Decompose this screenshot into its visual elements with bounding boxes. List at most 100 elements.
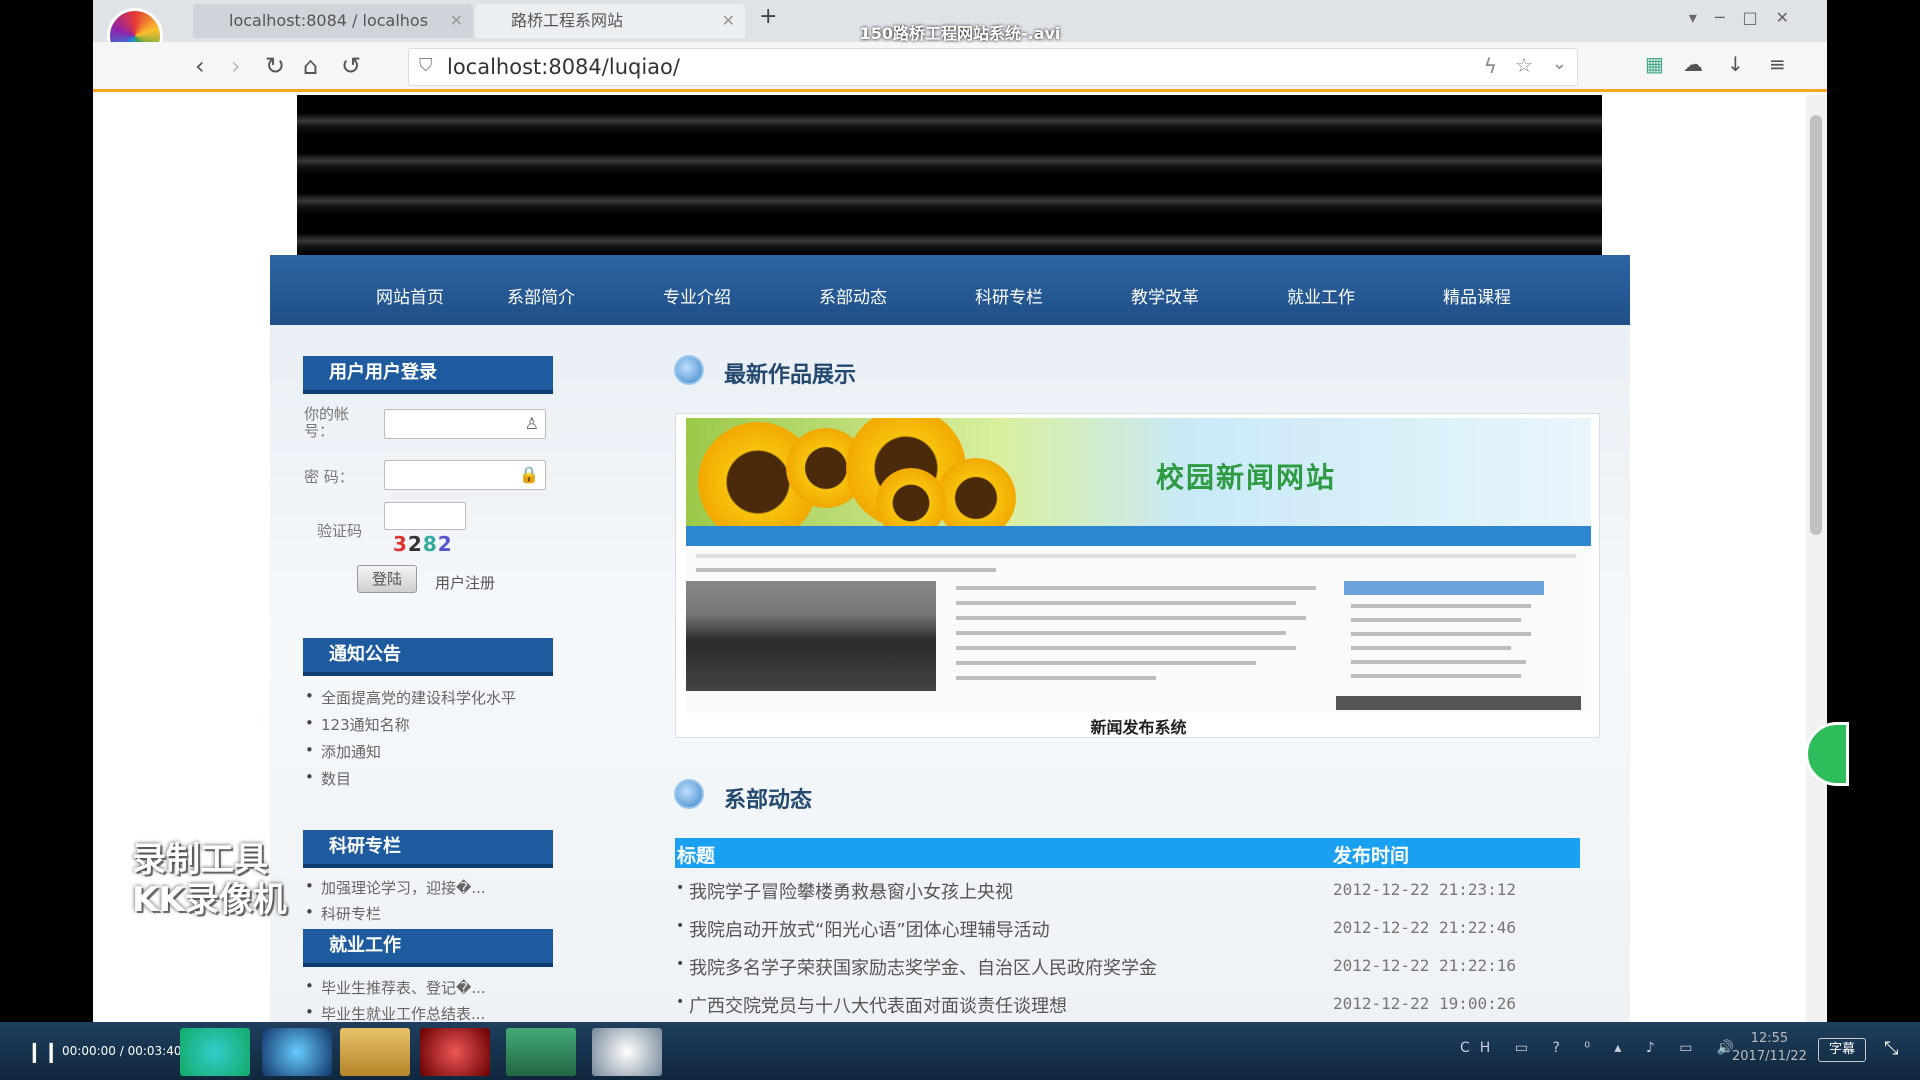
browser-task-icon[interactable] <box>592 1028 662 1076</box>
tab-label: localhost:8084 / localhos <box>229 11 429 30</box>
showcase-nav <box>686 526 1591 546</box>
menu-icon[interactable]: ≡ <box>1769 52 1786 76</box>
shield-icon: ⛉ <box>419 55 433 76</box>
menu-item-courses[interactable]: 精品课程 <box>1443 283 1511 308</box>
recorder-watermark: 录制工具 KK录像机 <box>132 840 287 920</box>
lock-icon: 🔒 <box>519 465 539 484</box>
page-scrollbar[interactable] <box>1806 95 1827 1022</box>
subtitle-button[interactable]: 字幕 <box>1818 1038 1866 1062</box>
chevron-down-icon[interactable]: ⌄ <box>1552 53 1567 74</box>
apps-icon[interactable]: ▦ <box>1645 52 1664 76</box>
chart-app-icon[interactable] <box>506 1028 576 1076</box>
news-table-header: 标题 发布时间 <box>675 838 1580 868</box>
register-link[interactable]: 用户注册 <box>435 572 495 593</box>
jobs-item[interactable]: 毕业生推荐表、登记�... <box>305 977 486 998</box>
watermark-line: KK录像机 <box>132 880 287 920</box>
star-icon[interactable]: ☆ <box>1515 53 1533 77</box>
showcase-title: 最新作品展示 <box>724 363 857 388</box>
showcase-panel[interactable]: 校园新闻网站 新闻发布系统 <box>675 413 1600 738</box>
url-text: localhost:8084/luqiao/ <box>447 55 680 79</box>
site-banner <box>297 95 1602 273</box>
news-row-title[interactable]: 我院多名学子荣获国家励志奖学金、自治区人民政府奖学金 <box>676 954 1157 980</box>
news-row-time: 2012-12-22 19:00:26 <box>1333 994 1517 1013</box>
pause-icon[interactable]: ❙❙ <box>26 1039 60 1063</box>
captcha-image[interactable]: 3282 <box>393 532 453 556</box>
captcha-input[interactable] <box>384 502 466 530</box>
globe-icon <box>674 355 704 385</box>
tab-site[interactable]: 路桥工程系网站 ✕ <box>475 4 745 38</box>
globe-icon <box>674 779 704 809</box>
web-page: 网站首页 系部简介 专业介绍 系部动态 科研专栏 教学改革 就业工作 精品课程 … <box>93 95 1827 1022</box>
news-row-title[interactable]: 我院学子冒险攀楼勇救悬窗小女孩上央视 <box>676 878 1013 904</box>
video-title: 150路桥工程网站系统-.avi <box>859 24 1061 43</box>
news-col-title: 标题 <box>677 845 716 867</box>
research-title: 科研专栏 <box>303 830 553 868</box>
start-orb-icon[interactable] <box>180 1028 250 1076</box>
reload-icon[interactable]: ↻ <box>265 52 285 80</box>
address-bar[interactable]: ⛉ localhost:8084/luqiao/ ϟ ☆ ⌄ <box>408 48 1578 86</box>
showcase-sidebar-header <box>1344 581 1544 595</box>
news-row[interactable]: 我院学子冒险攀楼勇救悬窗小女孩上央视 2012-12-22 21:23:12 <box>675 876 1580 906</box>
news-col-time: 发布时间 <box>1333 845 1410 867</box>
download-icon[interactable]: ↓ <box>1727 52 1744 76</box>
showcase-screenshot[interactable]: 校园新闻网站 <box>686 418 1591 713</box>
news-row[interactable]: 我院启动开放式“阳光心语”团体心理辅导活动 2012-12-22 21:22:4… <box>675 914 1580 944</box>
showcase-body <box>686 546 1591 713</box>
clock-date: 2017/11/22 <box>1732 1049 1807 1064</box>
window-controls[interactable]: ▾─□✕ <box>1689 8 1807 27</box>
news-section-title: 系部动态 <box>724 788 813 813</box>
lightning-icon[interactable]: ϟ <box>1484 54 1497 78</box>
tray-lang[interactable]: CH <box>1460 1040 1500 1056</box>
undo-icon[interactable]: ↺ <box>341 52 361 80</box>
menu-item-jobs[interactable]: 就业工作 <box>1287 283 1355 308</box>
menu-item-home[interactable]: 网站首页 <box>376 283 444 308</box>
showcase-image-title: 校园新闻网站 <box>1156 461 1337 494</box>
news-row-time: 2012-12-22 21:22:16 <box>1333 956 1517 975</box>
folder-icon[interactable] <box>340 1028 410 1076</box>
jobs-item[interactable]: 毕业生就业工作总结表... <box>305 1003 485 1022</box>
home-icon[interactable]: ⌂ <box>303 52 318 80</box>
news-row[interactable]: 我院多名学子荣获国家励志奖学金、自治区人民政府奖学金 2012-12-22 21… <box>675 952 1580 982</box>
showcase-caption[interactable]: 新闻发布系统 <box>676 714 1601 738</box>
notice-item[interactable]: 123通知名称 <box>305 714 410 735</box>
video-player-frame: localhost:8084 / localhos ✕ 路桥工程系网站 ✕ + … <box>0 0 1920 1080</box>
notice-item[interactable]: 添加通知 <box>305 741 381 762</box>
news-row[interactable]: 广西交院党员与十八大代表面对面谈责任谈理想 2012-12-22 19:00:2… <box>675 990 1580 1020</box>
browser-window: localhost:8084 / localhos ✕ 路桥工程系网站 ✕ + … <box>93 0 1827 1022</box>
research-item[interactable]: 加强理论学习，迎接�... <box>305 877 486 898</box>
news-row-title[interactable]: 广西交院党员与十八大代表面对面谈责任谈理想 <box>676 992 1067 1018</box>
notice-item[interactable]: 数目 <box>305 768 351 789</box>
system-tray[interactable]: CH ▭ ? ⁰ ▴ ♪ ▭ 🔊 <box>1460 1040 1744 1056</box>
menu-item-about[interactable]: 系部简介 <box>507 283 575 308</box>
back-icon[interactable]: ‹ <box>195 52 205 80</box>
clock: 12:55 2017/11/22 <box>1732 1030 1807 1066</box>
showcase-pager <box>1336 696 1581 710</box>
password-label: 密 码： <box>304 468 354 486</box>
password-input[interactable]: 🔒 <box>384 460 546 490</box>
notice-title: 通知公告 <box>303 638 553 676</box>
close-tab-icon[interactable]: ✕ <box>450 4 463 38</box>
cloud-icon[interactable]: ☁ <box>1683 52 1703 76</box>
menu-item-majors[interactable]: 专业介绍 <box>663 283 731 308</box>
menu-item-teaching[interactable]: 教学改革 <box>1131 283 1199 308</box>
notice-item[interactable]: 全面提高党的建设科学化水平 <box>305 687 516 708</box>
app-icon[interactable] <box>420 1028 490 1076</box>
fullscreen-icon[interactable]: ⤡ <box>1884 1038 1898 1059</box>
menu-item-news[interactable]: 系部动态 <box>819 283 887 308</box>
scrollbar-thumb[interactable] <box>1810 115 1822 535</box>
tab-phpmyadmin[interactable]: localhost:8084 / localhos ✕ <box>193 4 473 38</box>
research-item[interactable]: 科研专栏 <box>305 903 381 924</box>
close-tab-icon[interactable]: ✕ <box>722 4 735 38</box>
watermark-line: 录制工具 <box>132 840 268 880</box>
news-row-title[interactable]: 我院启动开放式“阳光心语”团体心理辅导活动 <box>676 916 1050 942</box>
jobs-title: 就业工作 <box>303 929 553 967</box>
clock-time: 12:55 <box>1750 1031 1789 1046</box>
account-input[interactable]: ♙ <box>384 409 546 439</box>
forward-icon[interactable]: › <box>231 52 241 80</box>
ie-icon[interactable] <box>262 1028 332 1076</box>
login-button[interactable]: 登陆 <box>357 565 417 593</box>
news-row-time: 2012-12-22 21:23:12 <box>1333 880 1517 899</box>
showcase-header-image: 校园新闻网站 <box>686 418 1591 542</box>
menu-item-research[interactable]: 科研专栏 <box>975 283 1043 308</box>
playback-time: 00:00:00 / 00:03:40 <box>62 1044 182 1058</box>
